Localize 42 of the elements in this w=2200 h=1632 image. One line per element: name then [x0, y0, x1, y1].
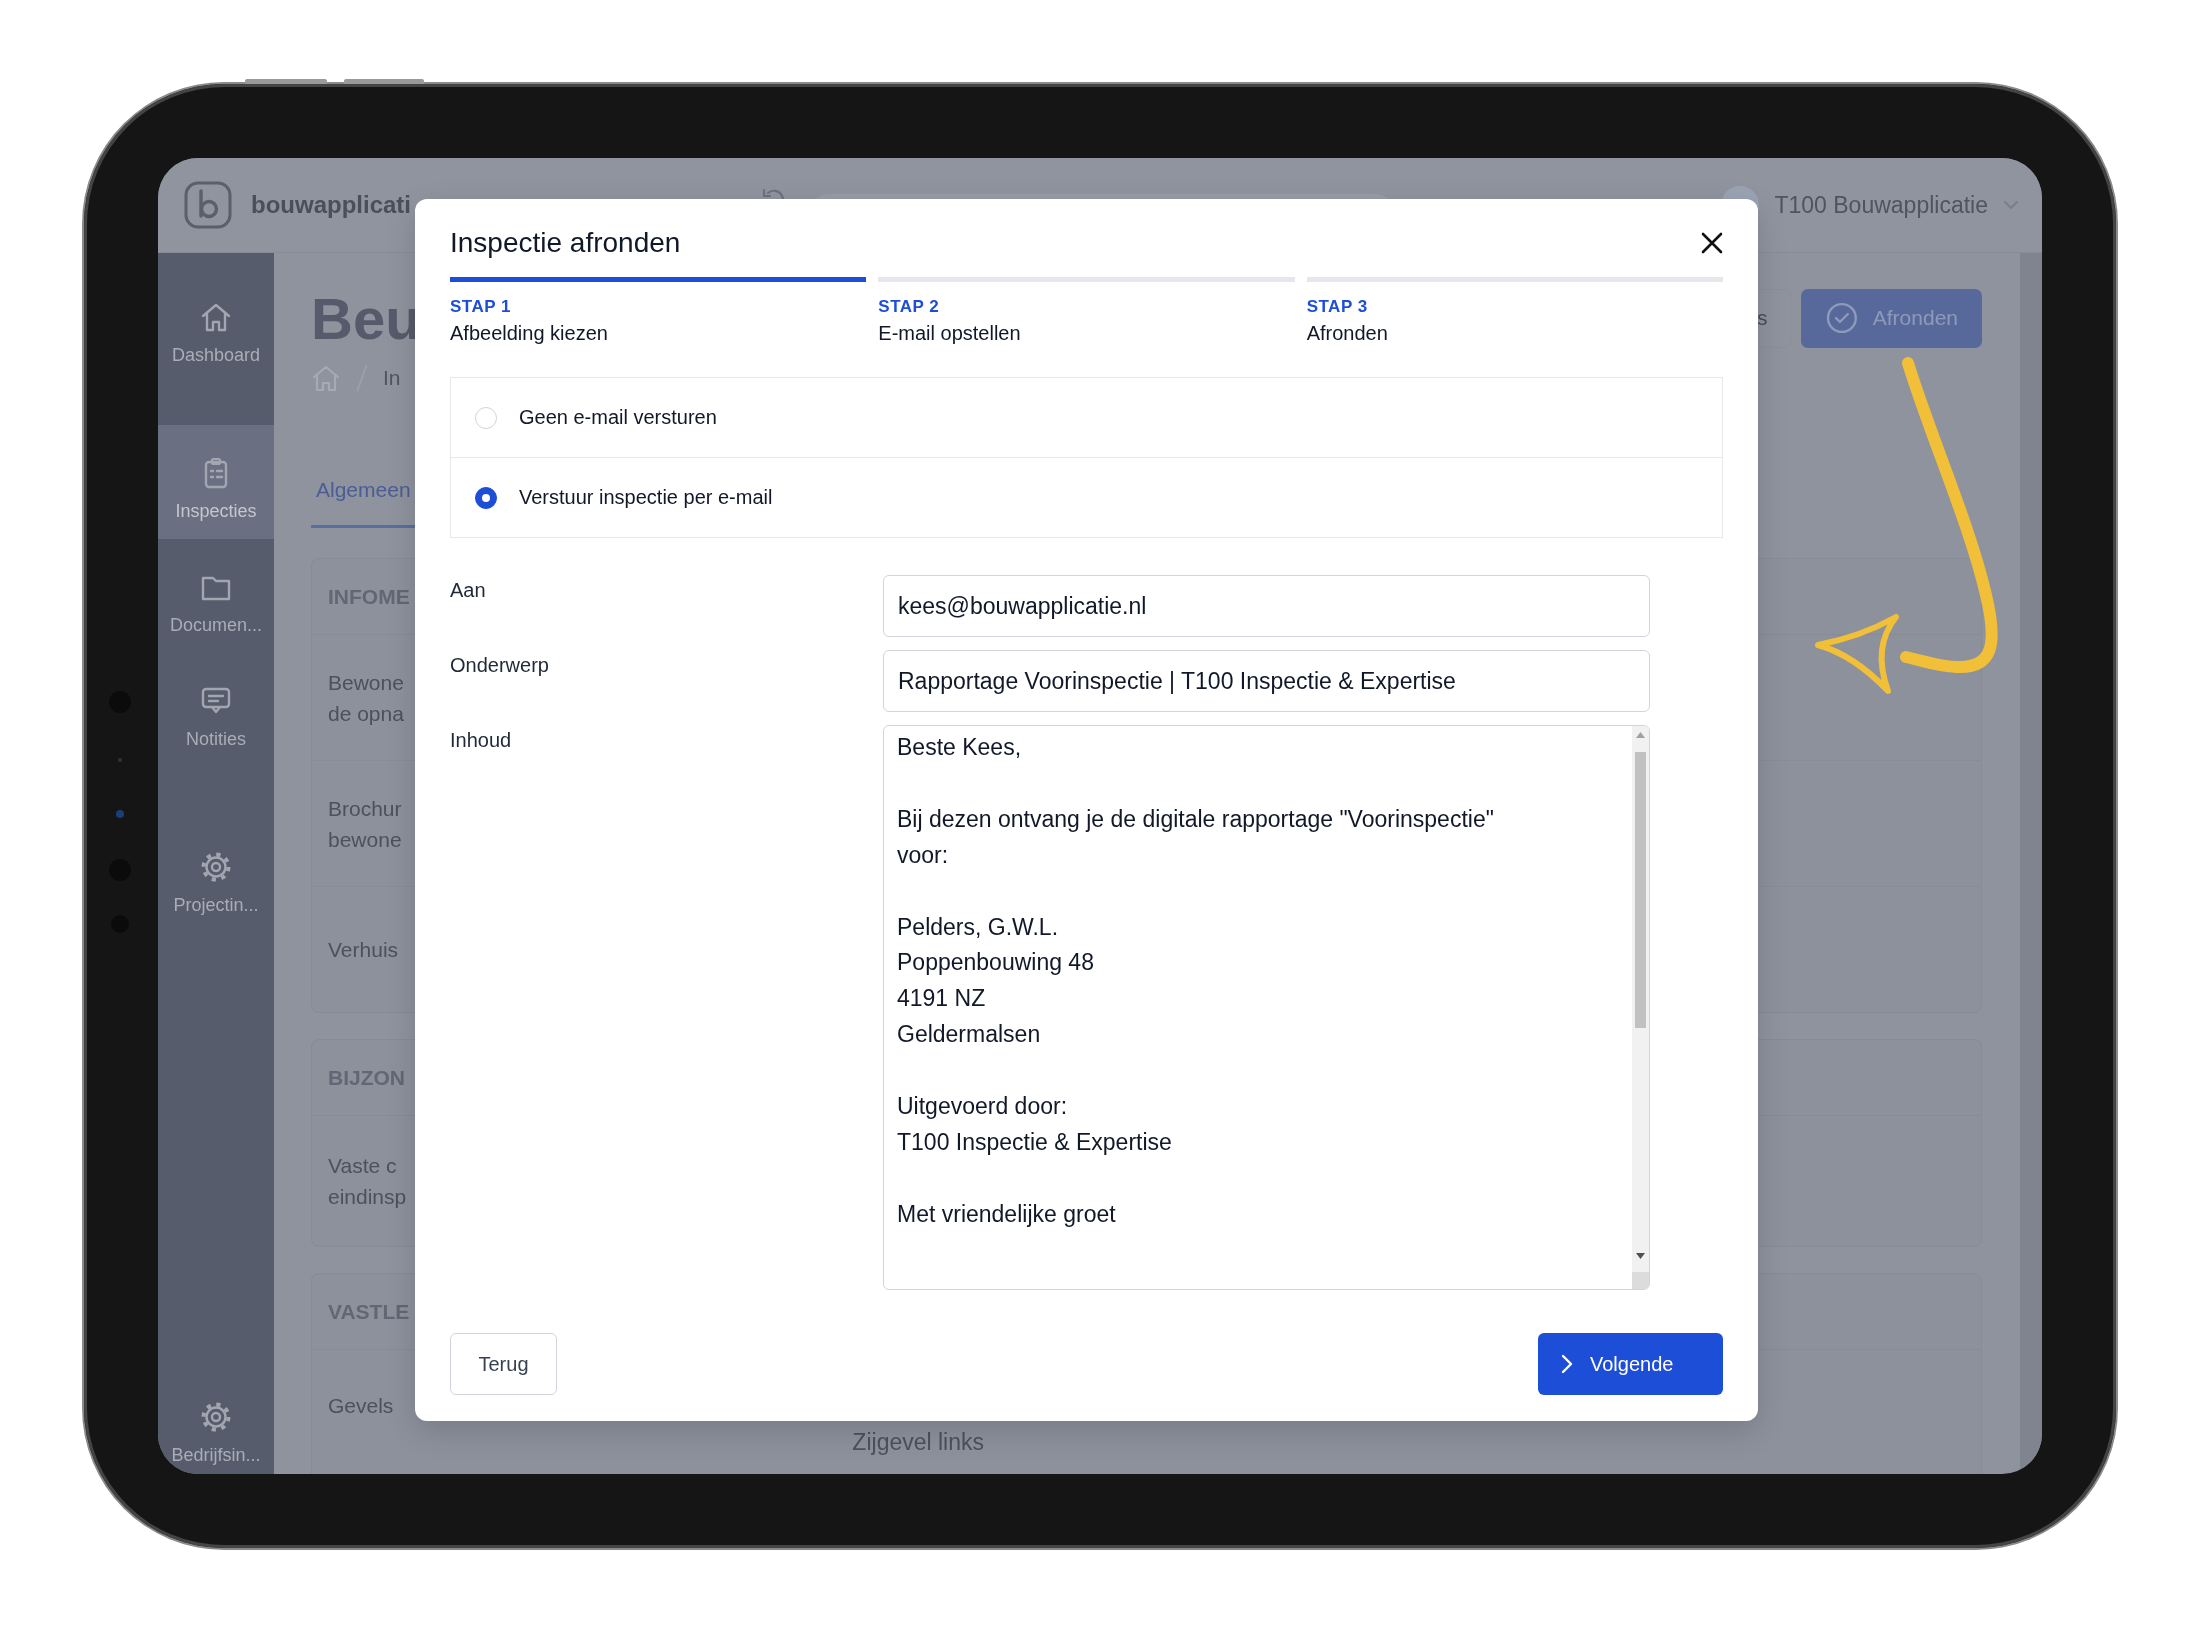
step-title: E-mail opstellen [878, 321, 1022, 346]
close-icon [1701, 232, 1723, 254]
nav-item[interactable]: Projectin... [158, 819, 274, 933]
step-title: Afronden [1306, 321, 1389, 346]
radio-button[interactable] [475, 486, 497, 509]
next-button[interactable]: Volgende [1538, 1333, 1723, 1395]
nav-item[interactable]: Documen... [158, 539, 274, 653]
row-label: Gevels [328, 1393, 394, 1419]
account-name[interactable]: T100 Bouwapplicatie [1774, 191, 1988, 219]
input-field[interactable]: Rapportage Voorinspectie | T100 Inspectie & Expertise [883, 650, 1650, 712]
home-icon[interactable] [311, 363, 341, 393]
list-item: Zijgevel links [852, 1428, 984, 1457]
field-label: Aan [450, 578, 487, 603]
field-label: Inhoud [450, 728, 513, 753]
nav-item[interactable]: Inspecties [158, 425, 274, 539]
brand-name: bouwapplicati [251, 191, 411, 219]
option-label[interactable]: Geen e-mail versturen [519, 406, 717, 429]
option-label[interactable]: Verstuur inspectie per e-mail [519, 486, 773, 509]
step-number: STAP 2 [878, 296, 941, 318]
nav-item[interactable]: Notities [158, 653, 274, 767]
row-label: Vaste c [328, 1153, 398, 1179]
check-circle-icon [1825, 301, 1859, 335]
step-title: Afbeelding kiezen [450, 321, 609, 346]
row-label: de opna [328, 700, 404, 727]
row-label: Bewone [328, 669, 404, 696]
chevron-right-icon [1560, 1353, 1574, 1375]
row-label: Brochur [328, 795, 402, 822]
dialog-title: Inspectie afronden [450, 227, 681, 259]
row-label: bewone [328, 826, 402, 853]
step-number: STAP 1 [450, 296, 512, 318]
field-label: Onderwerp [450, 653, 550, 678]
close-button[interactable] [1701, 232, 1723, 254]
row-label: Verhuis [328, 937, 399, 963]
logo-icon [184, 181, 232, 229]
nav-item[interactable]: Dashboard [158, 253, 274, 425]
step-number: STAP 3 [1306, 296, 1369, 318]
breadcrumb-link[interactable]: In [383, 366, 401, 390]
page-title: Beu [311, 284, 421, 352]
back-button[interactable]: Terug [450, 1333, 557, 1395]
nav-item[interactable]: Bedrijfsin... [158, 1399, 274, 1466]
input-field[interactable]: kees@bouwapplicatie.nl [883, 575, 1650, 637]
row-label: eindinsp [328, 1184, 407, 1210]
